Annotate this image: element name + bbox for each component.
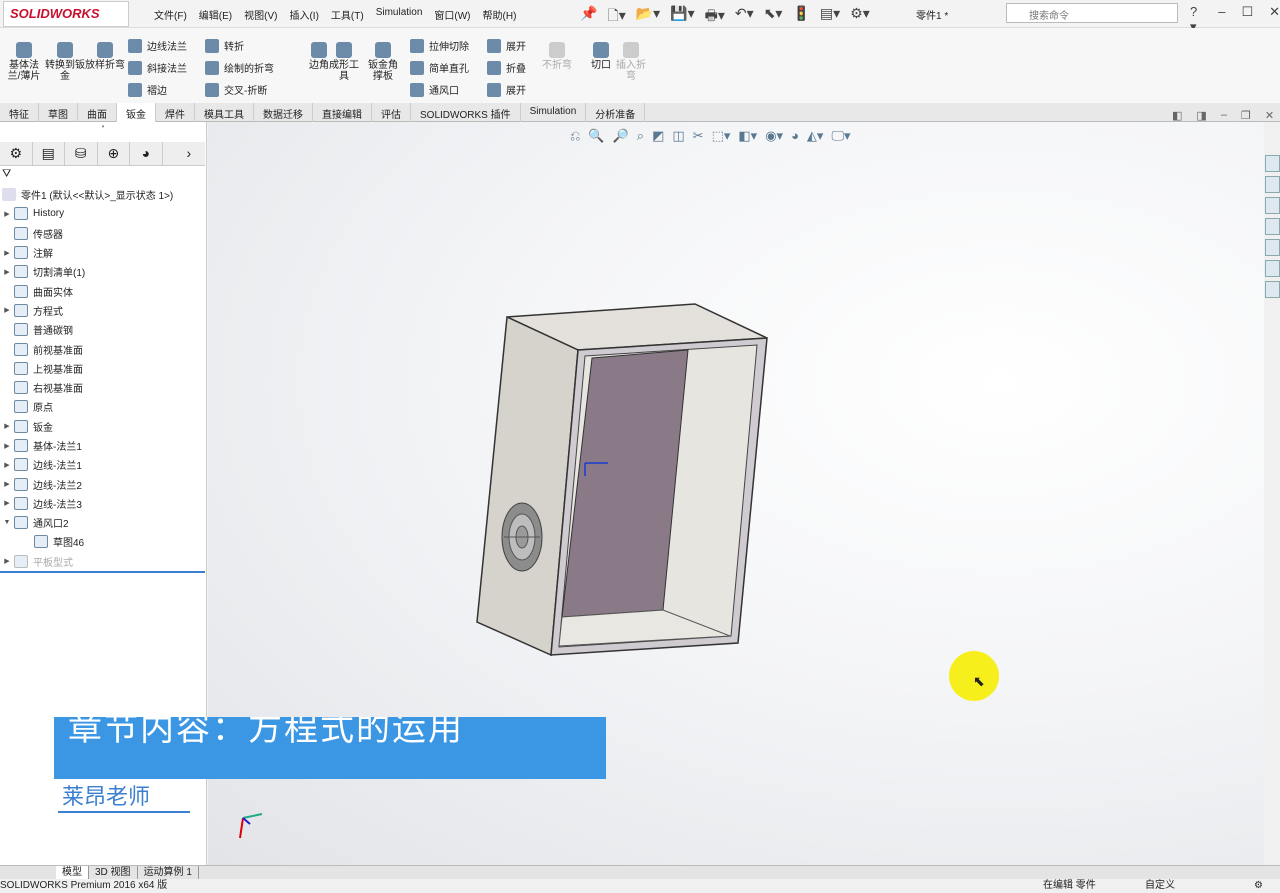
vent-feature[interactable]	[501, 502, 543, 572]
rebuild-status-icon[interactable]: ⚙	[1254, 879, 1263, 893]
bottom-tabs: 模型 3D 视图 运动算例 1	[0, 865, 1280, 879]
status-mode: 在编辑 零件	[1043, 880, 1096, 891]
bottom-tab[interactable]: 运动算例 1	[138, 866, 199, 879]
status-version: SOLIDWORKS Premium 2016 x64 版	[0, 880, 168, 891]
bottom-tab[interactable]: 模型	[56, 866, 89, 879]
chapter-banner: 章节内容：方程式的运用	[54, 717, 606, 779]
sheet-metal-box-model[interactable]	[476, 303, 768, 657]
cursor-highlight: ⬉	[949, 651, 999, 701]
units-dropdown[interactable]: 自定义	[1145, 879, 1175, 893]
bottom-tab[interactable]: 3D 视图	[89, 866, 138, 879]
reference-triad	[239, 813, 263, 839]
teacher-name: 莱昂老师	[58, 779, 190, 813]
mouse-pointer-icon: ⬉	[973, 673, 985, 689]
status-bar: SOLIDWORKS Premium 2016 x64 版 在编辑 零件 自定义…	[0, 879, 1280, 892]
chapter-title: 章节内容：方程式的运用	[68, 717, 464, 748]
